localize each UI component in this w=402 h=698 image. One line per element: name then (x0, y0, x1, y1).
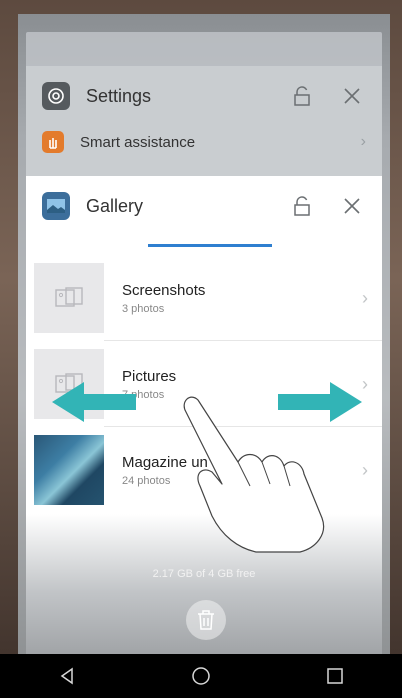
album-count: 3 photos (122, 302, 165, 315)
chevron-right-icon: › (360, 133, 366, 150)
smart-assistance-row[interactable]: Smart assistance › (26, 126, 382, 158)
home-icon[interactable] (181, 656, 221, 696)
chevron-right-icon: › (362, 459, 368, 480)
settings-card-header: Settings (26, 66, 382, 126)
settings-icon (42, 82, 70, 110)
image-placeholder-icon (34, 349, 104, 419)
settings-card-title: Settings (86, 85, 152, 106)
storage-info: 2.17 GB of 4 GB free (152, 568, 256, 580)
gallery-icon (42, 192, 70, 220)
album-name: Pictures (122, 367, 177, 385)
close-icon[interactable] (338, 82, 366, 110)
settings-recent-card[interactable]: Settings Smart assistance › (26, 66, 382, 186)
album-text: Pictures 7 photos (122, 368, 362, 401)
album-count: 7 photos (122, 388, 165, 401)
divider (104, 426, 382, 427)
album-row-magazine[interactable]: Magazine un 24 photos › (26, 428, 382, 512)
gallery-card-header: Gallery (26, 176, 382, 236)
album-text: Magazine un 24 photos (122, 454, 362, 487)
album-text: Screenshots 3 photos (122, 282, 362, 315)
close-icon[interactable] (338, 192, 366, 220)
album-name: Magazine un (122, 453, 208, 471)
gallery-card-title: Gallery (86, 195, 144, 216)
smart-assistance-label: Smart assistance (80, 133, 196, 151)
image-placeholder-icon (34, 263, 104, 333)
chevron-right-icon: › (362, 287, 368, 308)
back-icon[interactable] (47, 656, 87, 696)
lock-icon[interactable] (288, 192, 316, 220)
smart-assistance-icon (42, 131, 64, 153)
album-count: 24 photos (122, 474, 171, 487)
album-row-screenshots[interactable]: Screenshots 3 photos › (26, 256, 382, 340)
album-name: Screenshots (122, 281, 206, 299)
divider (104, 340, 382, 341)
tab-indicator (148, 244, 272, 247)
recents-icon[interactable] (315, 656, 355, 696)
lock-icon[interactable] (288, 82, 316, 110)
navigation-bar (0, 654, 402, 698)
trash-icon[interactable] (186, 600, 226, 640)
recent-apps-screen: Settings Smart assistance › Gallery Scre… (18, 14, 390, 654)
album-row-pictures[interactable]: Pictures 7 photos › (26, 342, 382, 426)
album-thumbnail (34, 435, 104, 505)
gallery-recent-card[interactable]: Gallery Screenshots 3 photos › Pictures … (26, 176, 382, 654)
chevron-right-icon: › (362, 373, 368, 394)
